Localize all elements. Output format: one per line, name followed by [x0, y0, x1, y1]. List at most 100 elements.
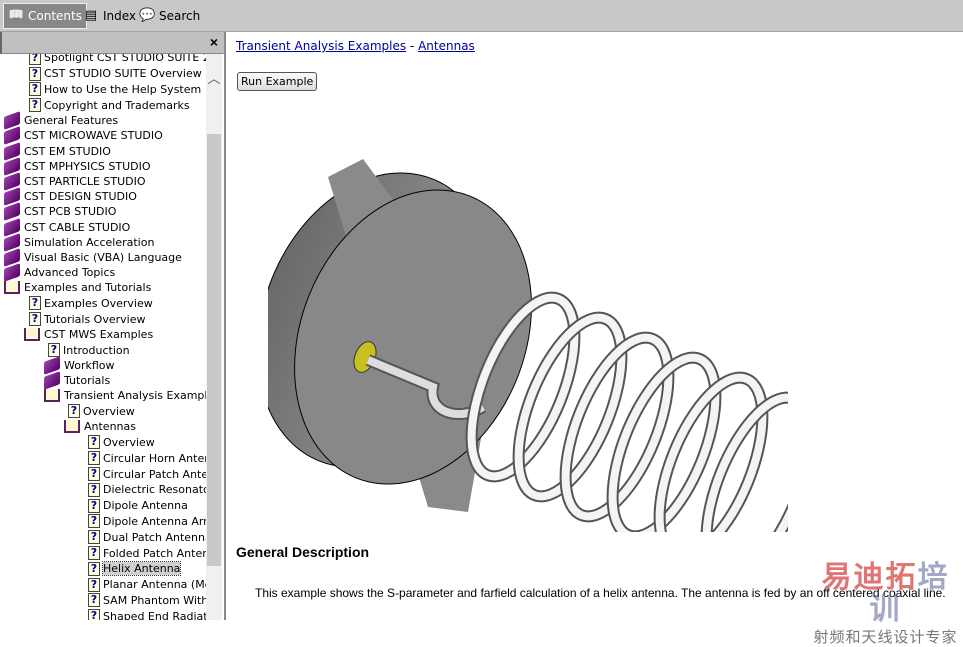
help-page-icon: ?: [88, 593, 100, 608]
tree-item[interactable]: ? Copyright and Trademarks: [0, 97, 206, 113]
tree-item[interactable]: CST EM STUDIO: [0, 141, 206, 161]
tree-item[interactable]: CST PARTICLE STUDIO: [0, 172, 206, 191]
tree-item[interactable]: ? CST STUDIO SUITE Overview: [0, 66, 206, 82]
tree-item-label: Folded Patch Antenna: [103, 546, 206, 560]
tree-item[interactable]: ?Spotlight CST STUDIO SUITE 2015: [0, 54, 206, 66]
tree-item-label: CST MICROWAVE STUDIO: [24, 129, 163, 143]
tree-item[interactable]: Simulation Acceleration: [0, 232, 206, 252]
tree-item-label: Workflow: [64, 359, 115, 373]
topic-pane: Transient Analysis Examples - Antennas R…: [228, 32, 963, 620]
tree-item-label: Planar Antenna (Mobi: [103, 578, 206, 592]
help-page-icon: ?: [88, 577, 100, 592]
open-book-icon: [44, 389, 60, 403]
navigation-toolbar: 📖 Contents ▤ Index 💬 Search: [0, 0, 963, 32]
tree-item-label: How to Use the Help System: [44, 82, 202, 96]
tree-item-label: Simulation Acceleration: [24, 235, 155, 249]
tree-item[interactable]: ?Folded Patch Antenna: [0, 545, 206, 561]
help-page-icon: ?: [88, 467, 100, 482]
tree-item-label: Tutorials Overview: [44, 312, 146, 326]
help-page-icon: ?: [88, 530, 100, 545]
tree-item-label: Antennas: [84, 420, 136, 434]
tree-item[interactable]: ? Tutorials Overview: [0, 311, 206, 327]
closed-book-icon: [44, 371, 60, 391]
tree-item[interactable]: Examples and Tutorials: [0, 280, 206, 295]
tree-item-label: Circular Horn Antenna: [103, 451, 206, 465]
tree-item[interactable]: ?Planar Antenna (Mobi: [0, 577, 206, 593]
tree-item-label: CST PCB STUDIO: [24, 205, 117, 219]
tree-item[interactable]: CST MICROWAVE STUDIO: [0, 126, 206, 146]
tree-item-label: Helix Antenna: [101, 561, 182, 577]
tree-item[interactable]: Workflow: [0, 356, 206, 376]
tree-item[interactable]: ?Circular Patch Antenna: [0, 466, 206, 482]
scroll-up-icon[interactable]: ︿: [206, 68, 222, 86]
contents-tree: ?Spotlight CST STUDIO SUITE 2015?CST STU…: [0, 54, 206, 620]
tree-item-label: Circular Patch Antenna: [103, 467, 206, 481]
help-page-icon: ?: [29, 54, 41, 65]
tree-item-label: Overview: [83, 404, 135, 418]
tree-item[interactable]: CST MWS Examples: [0, 327, 206, 342]
tree-item-label: Advanced Topics: [24, 266, 116, 280]
tree-item[interactable]: ? Overview: [0, 404, 206, 420]
breadcrumb-link-transient[interactable]: Transient Analysis Examples: [236, 39, 406, 53]
tree-item[interactable]: ? Dipole Antenna: [0, 498, 206, 514]
section-title: General Description: [236, 544, 370, 560]
tree-item[interactable]: ?Dipole Antenna Array: [0, 514, 206, 530]
description-text: This example shows the S-parameter and f…: [255, 586, 946, 600]
close-icon[interactable]: ×: [210, 34, 218, 50]
tree-item-label: Examples Overview: [44, 296, 153, 310]
help-page-icon: ?: [48, 343, 60, 358]
tree-item[interactable]: Visual Basic (VBA) Language: [0, 248, 206, 267]
pane-header: ×: [0, 32, 224, 54]
tree-item-label: CST PARTICLE STUDIO: [24, 175, 146, 189]
tree-item[interactable]: ? How to Use the Help System: [0, 82, 206, 98]
tree-item-label: SAM Phantom With H: [103, 593, 206, 607]
tree-item[interactable]: CST DESIGN STUDIO: [0, 187, 206, 207]
tree-item[interactable]: ? Introduction: [0, 342, 206, 358]
tab-contents[interactable]: 📖 Contents: [3, 3, 87, 29]
tree-item[interactable]: Advanced Topics: [0, 263, 206, 283]
help-page-icon: ?: [88, 482, 100, 497]
tree-item-label: Dielectric Resonator A: [103, 483, 206, 497]
tree-scrollbar[interactable]: ︿: [206, 54, 222, 620]
tree-item-label: Tutorials: [64, 374, 111, 388]
tree-item-label: Visual Basic (VBA) Language: [24, 250, 182, 264]
tree-item[interactable]: Transient Analysis Examples: [0, 388, 206, 403]
contents-pane: × ?Spotlight CST STUDIO SUITE 2015?CST S…: [0, 32, 226, 620]
tree-item[interactable]: ? Helix Antenna: [0, 561, 206, 577]
help-page-icon: ?: [88, 451, 100, 466]
tree-item[interactable]: Antennas: [0, 419, 206, 434]
index-icon: ▤: [84, 8, 98, 23]
tree-item-label: General Features: [24, 114, 119, 128]
tree-item-label: Examples and Tutorials: [24, 281, 152, 295]
tree-item[interactable]: CST PCB STUDIO: [0, 202, 206, 222]
help-page-icon: ?: [88, 498, 100, 513]
tree-item[interactable]: CST MPHYSICS STUDIO: [0, 156, 206, 176]
tree-item[interactable]: ? Dual Patch Antenna: [0, 529, 206, 545]
help-page-icon: ?: [68, 404, 80, 419]
closed-book-icon: [4, 263, 20, 283]
tab-index[interactable]: ▤ Index: [79, 3, 140, 29]
tree-item[interactable]: CST CABLE STUDIO: [0, 217, 206, 237]
tab-search[interactable]: 💬 Search: [135, 3, 204, 29]
breadcrumb: Transient Analysis Examples - Antennas: [236, 39, 475, 53]
tree-item-label: CST STUDIO SUITE Overview: [44, 67, 202, 81]
tree-item-label: CST CABLE STUDIO: [24, 220, 131, 234]
help-page-icon: ?: [88, 561, 100, 576]
tree-item[interactable]: Tutorials: [0, 371, 206, 391]
tree-item[interactable]: ?Shaped End Radiator: [0, 608, 206, 620]
help-page-icon: ?: [88, 546, 100, 561]
tree-item[interactable]: ?Circular Horn Antenna: [0, 450, 206, 466]
tree-item-label: Overview: [103, 435, 155, 449]
breadcrumb-link-antennas[interactable]: Antennas: [418, 39, 475, 53]
tree-item[interactable]: ?Dielectric Resonator A: [0, 482, 206, 498]
run-example-button[interactable]: Run Example: [237, 72, 318, 91]
tree-item[interactable]: ?SAM Phantom With H: [0, 593, 206, 609]
open-book-icon: [4, 281, 20, 295]
tree-item-label: CST MWS Examples: [44, 328, 154, 342]
tree-item-label: Transient Analysis Examples: [64, 389, 206, 403]
scrollbar-thumb[interactable]: [207, 134, 221, 566]
tree-item[interactable]: General Features: [0, 111, 206, 131]
tree-item[interactable]: ? Examples Overview: [0, 295, 206, 311]
tree-item[interactable]: ? Overview: [0, 435, 206, 451]
help-page-icon: ?: [29, 82, 41, 97]
